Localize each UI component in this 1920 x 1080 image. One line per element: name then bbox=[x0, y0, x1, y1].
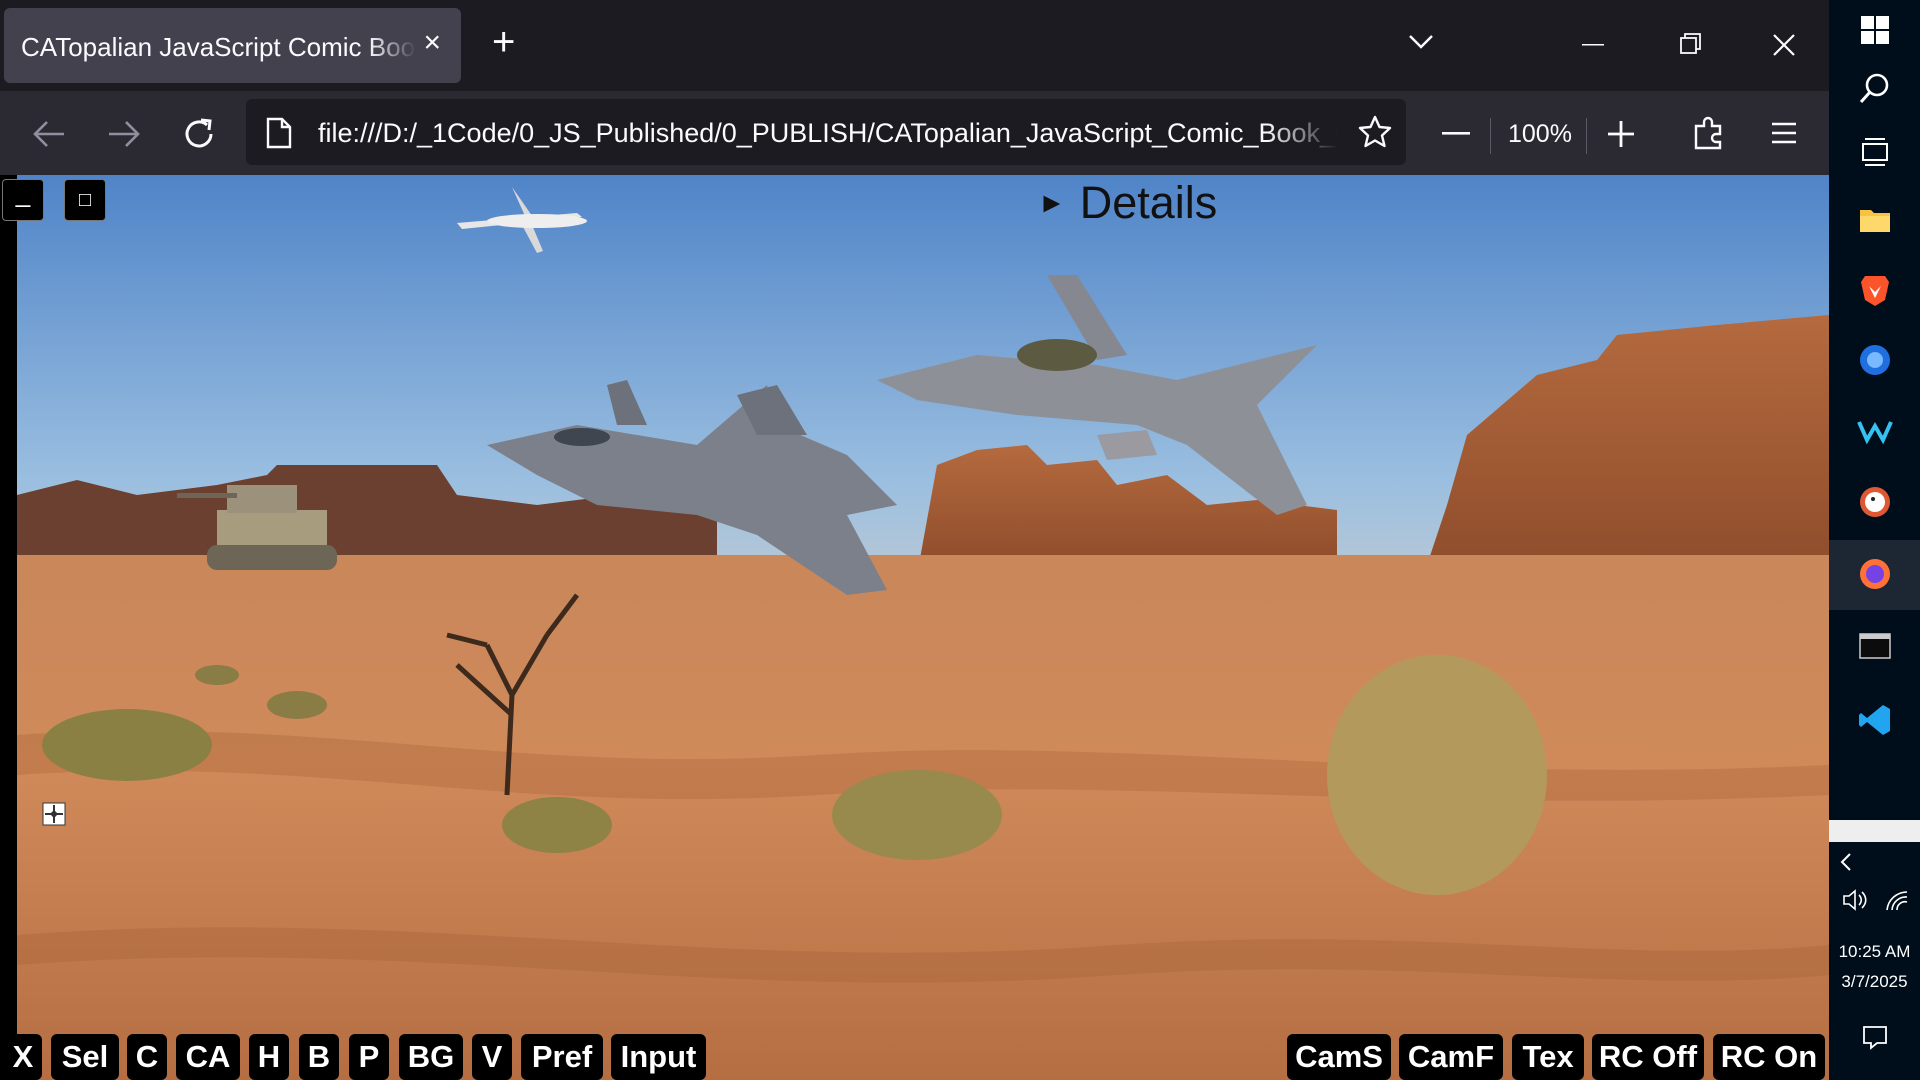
bg-button[interactable]: BG bbox=[399, 1034, 463, 1080]
details-summary[interactable]: ► Details bbox=[1038, 177, 1217, 229]
select-button[interactable]: Sel bbox=[51, 1034, 119, 1080]
separator bbox=[1586, 118, 1587, 154]
new-tab-icon[interactable]: + bbox=[492, 22, 515, 62]
shrub bbox=[195, 665, 239, 685]
shrub bbox=[832, 770, 1002, 860]
network-icon[interactable] bbox=[1885, 890, 1909, 912]
details-label: Details bbox=[1079, 177, 1218, 228]
maximize-panel-button[interactable]: □ bbox=[64, 179, 106, 221]
tab-active[interactable]: CATopalian JavaScript Comic Book Creator… bbox=[4, 8, 461, 83]
extensions-icon[interactable] bbox=[1692, 114, 1726, 150]
separator bbox=[1490, 118, 1491, 154]
search-icon[interactable] bbox=[1857, 70, 1893, 106]
preferences-button[interactable]: Pref bbox=[521, 1034, 603, 1080]
zoom-level[interactable]: 100% bbox=[1508, 120, 1572, 149]
window-minimize-icon[interactable] bbox=[1582, 44, 1604, 48]
zoom-out-icon[interactable] bbox=[1442, 132, 1470, 136]
rc-off-button[interactable]: RC Off bbox=[1592, 1034, 1704, 1080]
texture-button[interactable]: Tex bbox=[1512, 1034, 1584, 1080]
clock-date[interactable]: 3/7/2025 bbox=[1829, 972, 1920, 992]
file-explorer-icon[interactable] bbox=[1857, 202, 1893, 238]
input-button[interactable]: Input bbox=[611, 1034, 706, 1080]
camera-f-button[interactable]: CamF bbox=[1399, 1034, 1503, 1080]
c-button[interactable]: C bbox=[127, 1034, 167, 1080]
tab-bar: CATopalian JavaScript Comic Book Creator… bbox=[0, 0, 1829, 91]
windows-icon[interactable] bbox=[1857, 12, 1893, 48]
terminal-icon[interactable] bbox=[1857, 628, 1893, 664]
windows-taskbar: 10:25 AM 3/7/2025 bbox=[1829, 0, 1920, 1080]
bookmark-star-icon[interactable] bbox=[1357, 114, 1393, 150]
reload-icon[interactable] bbox=[181, 116, 217, 152]
shrub bbox=[42, 709, 212, 781]
url-text[interactable]: file:///D:/_1Code/0_JS_Published/0_PUBLI… bbox=[318, 118, 1338, 149]
b-button[interactable]: B bbox=[299, 1034, 339, 1080]
volume-icon[interactable] bbox=[1841, 888, 1869, 912]
firefox-icon[interactable] bbox=[1857, 556, 1893, 592]
p-button[interactable]: P bbox=[349, 1034, 389, 1080]
waterfox-icon[interactable] bbox=[1857, 412, 1893, 448]
close-x-button[interactable]: X bbox=[4, 1034, 42, 1080]
minimize-panel-button[interactable]: _ bbox=[2, 179, 44, 221]
page-viewport: _ □ ► Details X Sel C CA H B P BG V Pref … bbox=[0, 175, 1829, 1080]
duckduckgo-icon[interactable] bbox=[1857, 484, 1893, 520]
chevron-left-icon[interactable] bbox=[1839, 852, 1853, 872]
disclosure-triangle-icon: ► bbox=[1038, 187, 1066, 218]
notifications-icon[interactable] bbox=[1861, 1024, 1889, 1050]
tab-close-icon[interactable]: × bbox=[423, 28, 441, 58]
v-button[interactable]: V bbox=[472, 1034, 512, 1080]
clock-time[interactable]: 10:25 AM bbox=[1829, 942, 1920, 962]
back-icon[interactable] bbox=[32, 119, 66, 149]
tab-list-icon[interactable] bbox=[1408, 34, 1434, 50]
task-view-icon[interactable] bbox=[1857, 134, 1893, 170]
zoom-in-icon[interactable] bbox=[1606, 119, 1636, 149]
shrub bbox=[502, 797, 612, 853]
shrub bbox=[1327, 655, 1547, 895]
rc-on-button[interactable]: RC On bbox=[1713, 1034, 1825, 1080]
page-file-icon bbox=[266, 117, 292, 149]
menu-icon[interactable] bbox=[1770, 121, 1798, 145]
vscode-icon[interactable] bbox=[1857, 702, 1893, 738]
shrub bbox=[267, 691, 327, 719]
comic-scene-canvas[interactable] bbox=[17, 175, 1829, 1080]
forward-icon[interactable] bbox=[107, 119, 141, 149]
taskbar-scroll[interactable] bbox=[1829, 820, 1920, 842]
camera-s-button[interactable]: CamS bbox=[1287, 1034, 1391, 1080]
window-close-icon[interactable] bbox=[1772, 33, 1796, 57]
tab-title: CATopalian JavaScript Comic Book Creator bbox=[21, 32, 416, 62]
move-handle-icon[interactable] bbox=[42, 802, 66, 826]
h-button[interactable]: H bbox=[249, 1034, 289, 1080]
ca-button[interactable]: CA bbox=[176, 1034, 240, 1080]
window-restore-icon[interactable] bbox=[1680, 33, 1702, 55]
firefox-dev-icon[interactable] bbox=[1857, 342, 1893, 378]
brave-icon[interactable] bbox=[1857, 272, 1893, 308]
